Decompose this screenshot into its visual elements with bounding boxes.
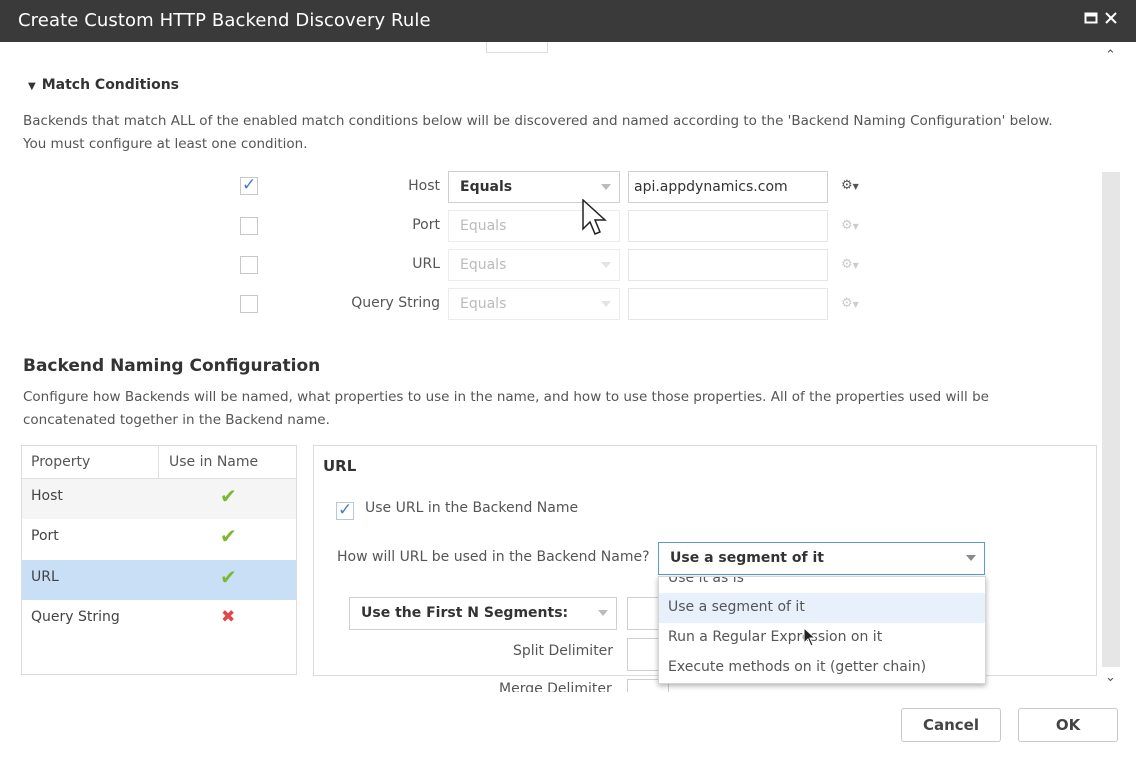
scrolled-control-stub — [486, 42, 548, 53]
how-used-value: Use a segment of it — [670, 550, 824, 566]
host-condition-checkbox[interactable] — [240, 175, 258, 195]
port-gear-icon[interactable]: ⚙▼ — [841, 218, 859, 233]
scroll-down-icon[interactable]: ⌄ — [1105, 670, 1116, 685]
dropdown-option[interactable]: Use it as is — [659, 577, 985, 594]
chevron-down-icon — [601, 262, 611, 268]
match-conditions-header[interactable]: ▼ Match Conditions — [28, 77, 179, 93]
split-delimiter-label: Split Delimiter — [513, 643, 614, 659]
url-value-input[interactable] — [628, 249, 828, 281]
port-condition-checkbox[interactable] — [240, 217, 258, 235]
query-condition-label: Query String — [351, 295, 440, 311]
table-row[interactable]: URL ✔ — [22, 560, 296, 600]
match-description-line1: Backends that match ALL of the enabled m… — [23, 113, 1053, 129]
dialog-titlebar: Create Custom HTTP Backend Discovery Rul… — [0, 0, 1136, 42]
port-value-input[interactable] — [628, 210, 828, 242]
table-row[interactable]: Host ✔ — [22, 479, 296, 519]
col-property-header: Property — [31, 454, 91, 470]
use-url-label: Use URL in the Backend Name — [365, 500, 579, 516]
chevron-down-icon — [598, 610, 608, 616]
property-table-header: Property Use in Name — [22, 446, 296, 479]
url-gear-icon[interactable]: ⚙▼ — [841, 257, 859, 272]
checkmark-icon: ✔ — [220, 484, 237, 508]
host-gear-icon[interactable]: ⚙▼ — [841, 178, 859, 193]
naming-description-line1: Configure how Backends will be named, wh… — [23, 389, 989, 405]
vertical-scrollbar[interactable]: ⌃ ⌄ — [1100, 42, 1122, 692]
col-use-header: Use in Name — [169, 454, 259, 470]
table-row[interactable]: Query String ✖ — [22, 600, 296, 640]
dropdown-option[interactable]: Run a Regular Expression on it — [659, 623, 985, 653]
scrollbar-thumb[interactable] — [1102, 172, 1120, 667]
segments-value: Use the First N Segments: — [361, 605, 569, 621]
how-used-label: How will URL be used in the Backend Name… — [337, 549, 650, 565]
url-condition-checkbox[interactable] — [240, 256, 258, 274]
url-condition-label: URL — [412, 256, 440, 272]
query-operator-value: Equals — [460, 296, 507, 312]
naming-description-line2: concatenated together in the Backend nam… — [23, 412, 330, 428]
host-operator-value: Equals — [460, 179, 513, 195]
close-icon[interactable] — [1104, 11, 1118, 29]
match-conditions-title: Match Conditions — [41, 77, 180, 93]
table-row[interactable]: Port ✔ — [22, 519, 296, 559]
use-url-checkbox[interactable] — [336, 500, 354, 520]
query-value-input[interactable] — [628, 288, 828, 320]
collapse-triangle-icon[interactable]: ▼ — [28, 81, 36, 92]
query-condition-checkbox[interactable] — [240, 295, 258, 313]
header-divider — [158, 446, 159, 478]
cancel-button[interactable]: Cancel — [901, 708, 1001, 742]
property-name: Port — [31, 528, 59, 544]
property-name: URL — [31, 569, 59, 585]
mouse-pointer-icon — [582, 199, 607, 235]
chevron-down-icon — [966, 555, 976, 561]
property-table: Property Use in Name Host ✔ Port ✔ URL ✔… — [21, 445, 297, 675]
query-gear-icon[interactable]: ⚙▼ — [841, 296, 859, 311]
merge-delimiter-label: Merge Delimiter — [499, 681, 612, 692]
checkmark-icon: ✔ — [220, 565, 237, 589]
checkmark-icon: ✔ — [220, 524, 237, 548]
host-condition-label: Host — [408, 178, 440, 194]
maximize-icon[interactable] — [1084, 11, 1098, 29]
chevron-down-icon — [601, 301, 611, 307]
query-operator-select[interactable]: Equals — [448, 288, 620, 320]
scroll-up-icon[interactable]: ⌃ — [1105, 48, 1116, 63]
how-used-select[interactable]: Use a segment of it — [658, 542, 985, 575]
url-operator-value: Equals — [460, 257, 507, 273]
detail-title: URL — [323, 457, 357, 475]
hand-cursor-icon — [803, 627, 816, 647]
match-description-line2: You must configure at least one conditio… — [23, 136, 308, 152]
property-name: Host — [31, 488, 63, 504]
dropdown-option[interactable]: Execute methods on it (getter chain) — [659, 653, 985, 683]
x-mark-icon: ✖ — [221, 607, 236, 627]
property-name: Query String — [31, 609, 120, 625]
segments-select[interactable]: Use the First N Segments: — [349, 597, 617, 630]
dialog-title: Create Custom HTTP Backend Discovery Rul… — [18, 10, 431, 31]
naming-section-title: Backend Naming Configuration — [23, 356, 321, 376]
port-operator-value: Equals — [460, 218, 507, 234]
url-operator-select[interactable]: Equals — [448, 249, 620, 281]
host-value-input[interactable]: api.appdynamics.com — [628, 171, 828, 203]
how-used-dropdown-list: Use it as is Use a segment of it Run a R… — [658, 576, 986, 684]
dropdown-option[interactable]: Use a segment of it — [659, 593, 985, 623]
ok-button[interactable]: OK — [1018, 708, 1118, 742]
chevron-down-icon — [601, 184, 611, 190]
port-condition-label: Port — [412, 217, 440, 233]
